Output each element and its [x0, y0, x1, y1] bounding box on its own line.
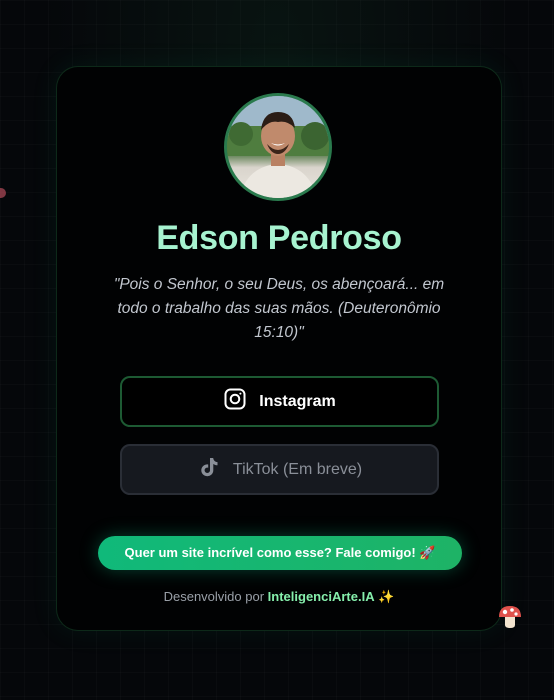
- instagram-label: Instagram: [259, 392, 336, 410]
- profile-card: Edson Pedroso "Pois o Senhor, o seu Deus…: [56, 66, 502, 631]
- instagram-button[interactable]: Instagram: [120, 376, 439, 427]
- contact-cta-button[interactable]: Quer um site incrível como esse? Fale co…: [98, 536, 462, 570]
- footer-brand-link[interactable]: InteligenciArte.IA: [268, 589, 375, 604]
- footer-credit: Desenvolvido por InteligenciArte.IA ✨: [57, 589, 501, 605]
- sparkle-icon: ✨: [378, 589, 395, 604]
- tiktok-icon: [197, 455, 221, 484]
- instagram-icon: [223, 387, 247, 416]
- tiktok-button[interactable]: TikTok (Em breve): [120, 444, 439, 495]
- mushroom-icon: [497, 604, 523, 635]
- avatar: [224, 93, 332, 201]
- profile-quote: "Pois o Senhor, o seu Deus, os abençoará…: [113, 276, 445, 341]
- profile-name: Edson Pedroso: [156, 219, 402, 257]
- tiktok-label: TikTok (Em breve): [232, 460, 363, 478]
- footer-prefix: Desenvolvido por: [163, 589, 265, 604]
